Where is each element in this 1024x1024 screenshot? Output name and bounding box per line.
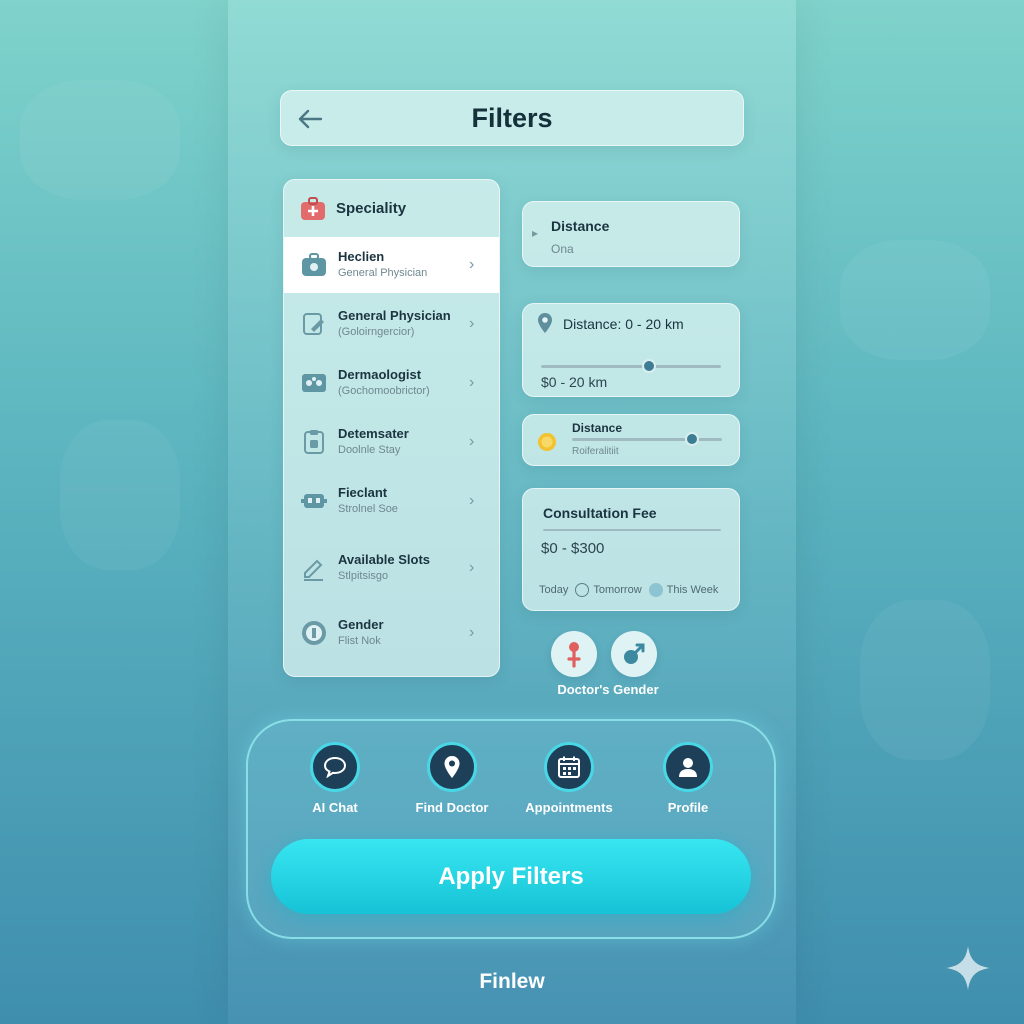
nav-label: Profile xyxy=(667,800,709,815)
pencil-icon xyxy=(300,554,328,582)
sparkle-icon xyxy=(946,946,990,990)
item-title: Fieclant xyxy=(338,485,388,500)
header-bar: Filters xyxy=(280,90,744,146)
speciality-item-gender[interactable]: Gender Flist Nok › xyxy=(284,605,499,661)
user-icon xyxy=(663,742,713,792)
distance-small-track[interactable] xyxy=(572,438,722,441)
doctor-gender-label: Doctor's Gender xyxy=(557,682,659,697)
item-title: General Physician xyxy=(338,308,451,323)
item-subtitle: Strolnel Soe xyxy=(338,503,398,515)
nav-appointments[interactable]: Appointments xyxy=(509,742,629,815)
location-pin-icon xyxy=(538,313,552,333)
item-subtitle: Flist Nok xyxy=(338,635,381,647)
speciality-item-available-slots[interactable]: Available Slots Stlpitsisgo › xyxy=(284,540,499,596)
item-title: Heclien xyxy=(338,249,385,264)
item-title: Dermaologist xyxy=(338,367,422,382)
consultation-fee-range: $0 - $300 xyxy=(541,540,605,557)
skin-icon xyxy=(300,369,328,397)
location-pin-icon xyxy=(427,742,477,792)
distance-card[interactable]: ▸ Distance Ona xyxy=(522,201,740,267)
nav-label: Appointments xyxy=(525,800,613,815)
distance-small-title: Distance xyxy=(572,421,623,435)
item-title: Gender xyxy=(338,617,384,632)
option-tomorrow[interactable]: Tomorrow xyxy=(593,584,641,596)
chevron-right-icon: › xyxy=(469,624,475,641)
back-button[interactable] xyxy=(295,104,325,134)
nav-label: Find Doctor xyxy=(415,800,489,815)
chat-icon xyxy=(310,742,360,792)
radio-tomorrow[interactable] xyxy=(575,583,590,597)
item-title: Detemsater xyxy=(338,426,409,441)
nav-find-doctor[interactable]: Find Doctor xyxy=(392,742,512,815)
nav-profile[interactable]: Profile xyxy=(628,742,748,815)
gender-icon xyxy=(300,619,328,647)
item-subtitle: (Goloirngercior) xyxy=(338,326,415,338)
speciality-list: Speciality Heclien General Physician › G… xyxy=(283,179,500,677)
distance-small-card: Distance Roiferalitiit xyxy=(522,414,740,466)
distance-slider-track[interactable] xyxy=(541,365,721,368)
male-gender-button[interactable] xyxy=(611,631,657,677)
option-today[interactable]: Today xyxy=(539,584,568,596)
calendar-icon xyxy=(544,742,594,792)
document-edit-icon xyxy=(300,310,328,338)
caret-right-icon: ▸ xyxy=(532,226,539,240)
item-subtitle: Doolnle Stay xyxy=(338,444,401,456)
chevron-right-icon: › xyxy=(469,433,475,450)
nav-label: AI Chat xyxy=(312,800,358,815)
page-title: Filters xyxy=(471,102,553,133)
female-gender-button[interactable] xyxy=(551,631,597,677)
clipboard-icon xyxy=(300,428,328,456)
device-icon xyxy=(300,487,328,515)
distance-small-subtitle: Roiferalitiit xyxy=(572,446,619,457)
first-aid-kit-icon xyxy=(301,196,325,220)
speciality-header: Speciality xyxy=(284,180,499,237)
chevron-right-icon: › xyxy=(469,315,475,332)
distance-range-title: Distance: 0 - 20 km xyxy=(563,316,684,332)
nav-ai-chat[interactable]: AI Chat xyxy=(275,742,395,815)
speciality-item-dermaologist[interactable]: Dermaologist (Gochomoobrictor) › xyxy=(284,355,499,411)
distance-range-card: Distance: 0 - 20 km $0 - 20 km xyxy=(522,303,740,397)
female-icon xyxy=(567,642,581,668)
speciality-item-detemsater[interactable]: Detemsater Doolnle Stay › xyxy=(284,414,499,470)
radio-this-week[interactable] xyxy=(648,583,663,597)
speciality-item-fieclant[interactable]: Fieclant Strolnel Soe › xyxy=(284,473,499,529)
arrow-left-icon xyxy=(298,109,323,129)
item-title: Available Slots xyxy=(338,552,430,567)
consultation-fee-title: Consultation Fee xyxy=(543,505,657,521)
distance-slider-knob[interactable] xyxy=(642,359,656,373)
footer-brand: Finlew xyxy=(479,970,545,993)
male-icon xyxy=(624,643,645,664)
chevron-right-icon: › xyxy=(469,256,475,273)
distance-card-subtitle: Ona xyxy=(551,242,574,256)
speciality-item-heclien[interactable]: Heclien General Physician › xyxy=(284,237,499,293)
coin-icon xyxy=(538,433,556,451)
consultation-fee-card: Consultation Fee $0 - $300 Today Tomorro… xyxy=(522,488,740,611)
option-this-week[interactable]: This Week xyxy=(667,584,719,596)
medical-bag-icon xyxy=(300,251,328,279)
speciality-item-general-physician[interactable]: General Physician (Goloirngercior) › xyxy=(284,296,499,352)
chevron-right-icon: › xyxy=(469,492,475,509)
distance-small-knob[interactable] xyxy=(685,432,699,446)
item-subtitle: Stlpitsisgo xyxy=(338,570,389,582)
chevron-right-icon: › xyxy=(469,559,475,576)
speciality-heading: Speciality xyxy=(336,200,407,217)
item-subtitle: (Gochomoobrictor) xyxy=(338,385,430,397)
distance-range-value: $0 - 20 km xyxy=(541,374,608,390)
slot-options: Today Tomorrow This Week xyxy=(539,583,718,597)
consultation-fee-track[interactable] xyxy=(543,529,721,531)
distance-card-title: Distance xyxy=(551,218,610,234)
apply-filters-button[interactable]: Apply Filters xyxy=(271,839,751,914)
item-subtitle: General Physician xyxy=(338,267,428,279)
chevron-right-icon: › xyxy=(469,374,475,391)
